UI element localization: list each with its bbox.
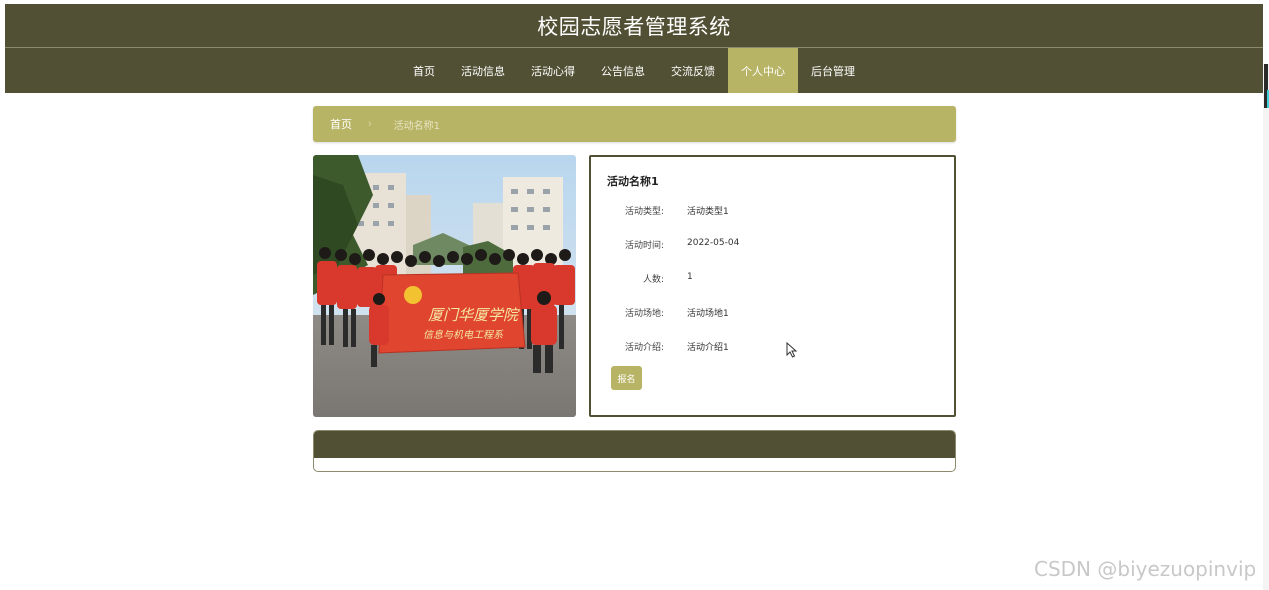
banner-text-line1: 厦门华厦学院 [428,306,520,324]
content-panel [313,430,956,472]
scrollbar-track[interactable] [1263,64,1269,590]
value-description: 活动介绍1 [687,343,729,353]
nav-item-personal-center[interactable]: 个人中心 [728,48,798,93]
breadcrumb-separator: › [368,118,372,130]
value-venue: 活动场地1 [687,309,729,319]
label-description: 活动介绍: [624,343,664,353]
main-nav: 首页 活动信息 活动心得 公告信息 交流反馈 个人中心 后台管理 [5,48,1263,93]
activity-title: 活动名称1 [607,175,659,188]
banner-text-line2: 信息与机电工程系 [423,329,504,341]
value-activity-time: 2022-05-04 [687,238,740,248]
mouse-pointer-icon [786,342,798,358]
breadcrumb-home-link[interactable]: 首页 [330,116,352,132]
content-panel-header [314,431,955,458]
label-activity-type: 活动类型: [624,207,664,217]
breadcrumb: 首页 › 活动名称1 [313,106,956,142]
watermark: CSDN @biyezuopinvip [1034,557,1257,581]
value-activity-type: 活动类型1 [687,207,729,217]
nav-item-home[interactable]: 首页 [400,48,448,93]
label-headcount: 人数: [642,275,664,285]
nav-item-admin[interactable]: 后台管理 [798,48,868,93]
signup-button[interactable]: 报名 [611,366,642,390]
label-venue: 活动场地: [624,309,664,319]
label-activity-time: 活动时间: [624,241,664,251]
site-title: 校园志愿者管理系统 [537,14,731,39]
nav-item-announcements[interactable]: 公告信息 [588,48,658,93]
nav-item-feedback[interactable]: 交流反馈 [658,48,728,93]
nav-item-activity-notes[interactable]: 活动心得 [518,48,588,93]
site-header: 校园志愿者管理系统 [5,4,1263,48]
value-headcount: 1 [687,272,693,282]
activity-photo: 厦门华厦学院 信息与机电工程系 [313,155,576,417]
page: 校园志愿者管理系统 首页 活动信息 活动心得 公告信息 交流反馈 个人中心 后台… [0,0,1269,590]
nav-item-activity-info[interactable]: 活动信息 [448,48,518,93]
activity-detail-card: 活动名称1 活动类型: 活动类型1 活动时间: 2022-05-04 人数: 1… [589,155,956,417]
breadcrumb-current: 活动名称1 [393,120,441,132]
